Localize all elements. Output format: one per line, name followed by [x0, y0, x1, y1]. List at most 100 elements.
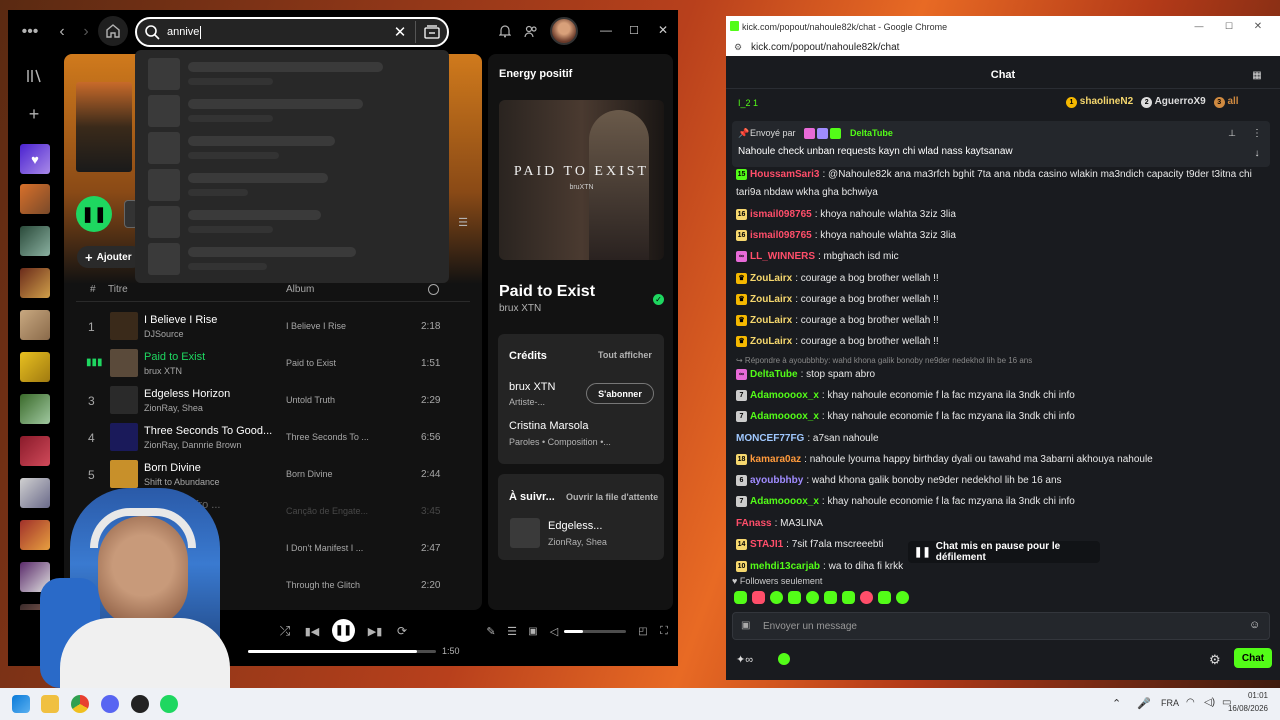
suggestion-placeholder[interactable]	[148, 132, 438, 164]
chat-message[interactable]: 16 ismail098765: khoya nahoule wlahta 3zi…	[736, 209, 1266, 220]
track-album[interactable]: I Don't Manifest I ...	[286, 543, 363, 553]
emote[interactable]	[806, 591, 819, 604]
track-album[interactable]: Three Seconds To ...	[286, 432, 369, 442]
progress-bar[interactable]	[248, 650, 436, 653]
friends-icon[interactable]	[523, 23, 539, 39]
col-album[interactable]: Album	[286, 284, 314, 295]
wifi-icon[interactable]: ◠	[1186, 697, 1195, 708]
mini-player-icon[interactable]: ◰	[636, 624, 650, 638]
suggestion-placeholder[interactable]	[148, 206, 438, 238]
chat-message[interactable]: 6 ayoubbhby: wahd khona galik bonoby ne9d…	[736, 475, 1266, 486]
leader-3[interactable]: 3 all	[1213, 96, 1239, 108]
library-item[interactable]	[20, 226, 50, 256]
chat-message[interactable]: 7 Adamoooox_x: khay nahoule economie f la…	[736, 411, 1266, 422]
close-icon[interactable]: ✕	[657, 23, 669, 37]
track-album[interactable]: Untold Truth	[286, 395, 335, 405]
gear-icon[interactable]: ⚙	[1209, 652, 1221, 668]
kick-connect-icon[interactable]: ✦∞	[736, 653, 753, 666]
back-icon[interactable]: ‹	[54, 22, 70, 42]
play-pause-button[interactable]: ❚❚	[76, 196, 112, 232]
emote[interactable]	[770, 591, 783, 604]
chat-username[interactable]: ayoubbhby	[750, 475, 803, 486]
track-artist[interactable]: brux XTN	[144, 366, 182, 376]
discord-icon[interactable]	[101, 695, 119, 713]
chat-message[interactable]: ♛ ZouLairx: courage a bog brother wellah …	[736, 315, 1266, 326]
track-album[interactable]: Paid to Exist	[286, 358, 336, 368]
collapse-icon[interactable]: ↓	[1252, 147, 1262, 159]
chat-username[interactable]: mehdi13carjab	[750, 561, 820, 572]
chat-username[interactable]: ZouLairx	[750, 273, 792, 284]
clear-icon[interactable]: ✕	[391, 23, 409, 41]
library-item[interactable]	[20, 352, 50, 382]
now-playing-title[interactable]: Paid to Exist	[499, 283, 595, 301]
close-icon[interactable]: ✕	[1253, 21, 1263, 32]
emote[interactable]	[824, 591, 837, 604]
suggestion-placeholder[interactable]	[148, 58, 438, 90]
emote[interactable]	[860, 591, 873, 604]
obs-icon[interactable]	[131, 695, 149, 713]
volume-tray-icon[interactable]: ◁)	[1204, 697, 1215, 708]
track-title[interactable]: Three Seconds To Good...	[144, 425, 272, 437]
track-album[interactable]: I Believe I Rise	[286, 321, 346, 331]
chat-username[interactable]: LL_WINNERS	[750, 251, 815, 262]
chat-message[interactable]: 15 HoussamSari3: @Nahoule82k ana ma3rfch …	[736, 169, 1266, 180]
browse-icon[interactable]	[423, 23, 441, 41]
emoji-icon[interactable]: ☺	[1249, 619, 1260, 631]
track-title[interactable]: Edgeless Horizon	[144, 388, 230, 400]
chat-message[interactable]: 16 ismail098765: khoya nahoule wlahta 3zi…	[736, 230, 1266, 241]
microphone-icon[interactable]: 🎤	[1137, 697, 1151, 710]
volume-slider[interactable]	[564, 630, 626, 633]
chat-username[interactable]: STAJI1	[750, 539, 783, 550]
emote[interactable]	[788, 591, 801, 604]
chat-username[interactable]: ismail098765	[750, 230, 812, 241]
shuffle-icon[interactable]: ⤮	[278, 623, 292, 638]
next-icon[interactable]: ▶▮	[368, 624, 383, 638]
queue-icon[interactable]: ☰	[505, 624, 519, 638]
chat-settings-icon[interactable]: ▦	[1251, 69, 1263, 81]
track-row[interactable]: 3 Edgeless Horizon ZionRay, Shea Untold Tru…	[64, 382, 482, 419]
chat-send-button[interactable]: Chat	[1234, 648, 1272, 668]
now-playing-artist[interactable]: brux XTN	[499, 303, 541, 314]
leader-1[interactable]: 1 shaolineN2	[1066, 96, 1133, 108]
saved-check-icon[interactable]: ✓	[653, 294, 664, 305]
language-indicator[interactable]: FRA	[1161, 698, 1179, 708]
add-button[interactable]: + Ajouter	[77, 246, 143, 268]
track-row[interactable]: 1 I Believe I Rise DJSource I Believe I Ris…	[64, 308, 482, 345]
track-artist[interactable]: DJSource	[144, 329, 184, 339]
chat-username[interactable]: ZouLairx	[750, 315, 792, 326]
chat-username[interactable]: FAnass	[736, 518, 772, 529]
track-title[interactable]: Born Divine	[144, 462, 201, 474]
subscribe-button[interactable]: S'abonner	[586, 383, 654, 404]
track-title[interactable]: Paid to Exist	[144, 351, 205, 363]
device-icon[interactable]: ▣	[526, 624, 540, 638]
now-playing-context[interactable]: Energy positif	[499, 68, 572, 80]
emote[interactable]	[896, 591, 909, 604]
chat-message[interactable]: ♛ ZouLairx: courage a bog brother wellah …	[736, 294, 1266, 305]
library-item[interactable]	[20, 268, 50, 298]
track-artist[interactable]: ZionRay, Shea	[144, 403, 203, 413]
chat-username[interactable]: ismail098765	[750, 209, 812, 220]
maximize-icon[interactable]: ☐	[1224, 21, 1234, 31]
library-item[interactable]	[20, 310, 50, 340]
minimize-icon[interactable]: —	[1194, 21, 1204, 31]
message-input[interactable]: ▣ Envoyer un message ☺	[732, 612, 1270, 640]
home-icon[interactable]	[98, 16, 128, 46]
repeat-icon[interactable]: ⟳	[395, 624, 409, 638]
address-bar[interactable]: ⚙ kick.com/popout/nahoule82k/chat	[726, 38, 1280, 56]
suggestion-placeholder[interactable]	[148, 243, 438, 275]
bell-icon[interactable]	[497, 23, 513, 39]
chat-username[interactable]: MONCEF77FG	[736, 433, 804, 444]
fullscreen-icon[interactable]: ⛶	[657, 624, 671, 638]
lyrics-icon[interactable]: ✎	[484, 624, 498, 638]
chat-message[interactable]: ∞ DeltaTube: stop spam abro	[736, 369, 1266, 380]
clock-date[interactable]: 16/08/2026	[1226, 704, 1268, 713]
emote[interactable]	[842, 591, 855, 604]
chrome-icon[interactable]	[71, 695, 89, 713]
chat-message[interactable]: 18 kamara0az: nahoule lyouma happy birthd…	[736, 454, 1266, 465]
chat-message[interactable]: MONCEF77FG: a7san nahoule	[736, 433, 1266, 444]
credits-show-all[interactable]: Tout afficher	[598, 350, 652, 360]
url-text[interactable]: kick.com/popout/nahoule82k/chat	[751, 42, 899, 53]
library-item[interactable]	[20, 394, 50, 424]
library-icon[interactable]	[25, 67, 43, 85]
chat-message[interactable]: ♛ ZouLairx: courage a bog brother wellah …	[736, 273, 1266, 284]
